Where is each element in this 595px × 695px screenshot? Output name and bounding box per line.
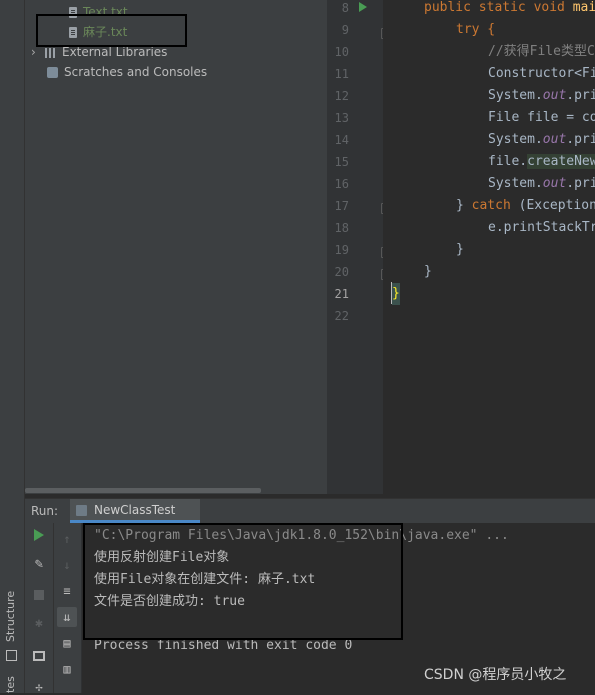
arrow-down-icon: ↓: [63, 558, 71, 572]
run-config-icon: [76, 505, 87, 516]
code-line-13: File file = co: [488, 110, 595, 125]
editor-gutter: 8 9 10 11 12 13 14 15 16 17 18 19 20 21 …: [327, 0, 390, 494]
line-number: 17: [334, 199, 349, 213]
code-line-20: }: [424, 264, 432, 279]
bug-icon: ✱: [35, 616, 43, 631]
code-line-9: try {: [456, 22, 496, 37]
line-number: 13: [334, 111, 349, 125]
run-toolbar-secondary: ↑ ↓ ≡ ⇊ ▤ ▥: [54, 523, 82, 693]
run-gutter-icon[interactable]: [359, 2, 367, 12]
play-icon: [34, 529, 44, 541]
favorites-tab[interactable]: tes: [4, 676, 17, 693]
scroll-to-end-button[interactable]: ⇊: [57, 607, 77, 627]
line-number: 22: [334, 309, 349, 323]
left-tool-strip: Structure tes: [0, 0, 25, 693]
line-number: 18: [334, 221, 349, 235]
code-editor[interactable]: public static void mai try { //获得File类型C…: [383, 0, 595, 494]
line-number: 10: [334, 45, 349, 59]
code-line-10: //获得File类型C: [488, 44, 595, 59]
printer-icon: ▤: [63, 636, 71, 650]
project-horizontal-scrollbar[interactable]: [25, 487, 327, 494]
clear-console-button[interactable]: ▥: [59, 661, 75, 677]
console-output[interactable]: "C:\Program Files\Java\jdk1.8.0_152\bin\…: [82, 523, 595, 693]
line-number: 11: [334, 67, 349, 81]
project-panel: Text.txt 麻子.txt › External Libraries Scra…: [25, 0, 327, 494]
code-line-12: System.out.pri: [488, 88, 595, 103]
settings-button[interactable]: ✎: [31, 556, 47, 572]
run-tab-label: NewClassTest: [94, 503, 176, 517]
trash-icon: ▥: [63, 662, 71, 676]
scroll-up-button[interactable]: ↑: [59, 531, 75, 547]
code-line-18: e.printStackTr: [488, 220, 595, 235]
line-number: 20: [334, 265, 349, 279]
watermark: CSDN @程序员小牧之: [424, 667, 567, 683]
structure-tab[interactable]: Structure: [4, 591, 17, 642]
code-line-16: System.out.pri: [488, 176, 595, 191]
print-button[interactable]: ▤: [59, 635, 75, 651]
line-number: 16: [334, 177, 349, 191]
stop-icon: [34, 590, 44, 600]
code-line-15: file.createNew: [488, 151, 595, 173]
rerun-button[interactable]: [31, 529, 47, 545]
wrench-icon: ✎: [34, 556, 44, 572]
code-line-8: public static void mai: [424, 0, 595, 15]
debug-button[interactable]: ✱: [31, 615, 47, 631]
pin-icon: ✢: [35, 680, 43, 694]
scroll-down-button[interactable]: ↓: [59, 557, 75, 573]
line-number: 9: [341, 23, 349, 37]
scratches-icon: [47, 67, 58, 78]
highlight-box-file: [36, 14, 187, 47]
line-number: 12: [334, 89, 349, 103]
run-label: Run:: [31, 504, 59, 518]
run-tab[interactable]: NewClassTest: [70, 499, 200, 523]
line-number: 14: [334, 133, 349, 147]
line-number: 8: [341, 1, 349, 15]
soft-wrap-button[interactable]: ≡: [59, 583, 75, 599]
tree-item-scratches[interactable]: Scratches and Consoles: [47, 62, 207, 82]
code-line-14: System.out.pri: [488, 132, 595, 147]
wrap-icon: ≡: [63, 584, 71, 598]
structure-icon: [6, 650, 17, 661]
code-line-17: } catch (Exception: [456, 198, 595, 213]
arrow-up-icon: ↑: [63, 532, 71, 546]
layout-icon: [33, 651, 45, 661]
line-number: 19: [334, 243, 349, 257]
library-icon: [45, 47, 57, 58]
layout-button[interactable]: [31, 649, 47, 665]
scroll-end-icon: ⇊: [63, 610, 71, 624]
line-number: 15: [334, 155, 349, 169]
highlight-box-console: [83, 523, 403, 640]
line-number-current: 21: [334, 287, 349, 301]
text-caret: [391, 282, 392, 304]
run-panel-header: Run: NewClassTest: [25, 498, 595, 525]
code-line-11: Constructor<Fi: [488, 66, 595, 81]
run-toolbar-primary: ✎ ✱ ✢: [25, 523, 54, 694]
stop-button[interactable]: [31, 588, 47, 604]
code-line-19: }: [456, 242, 464, 257]
code-line-21: }: [392, 283, 400, 305]
scrollbar-thumb[interactable]: [25, 488, 261, 493]
